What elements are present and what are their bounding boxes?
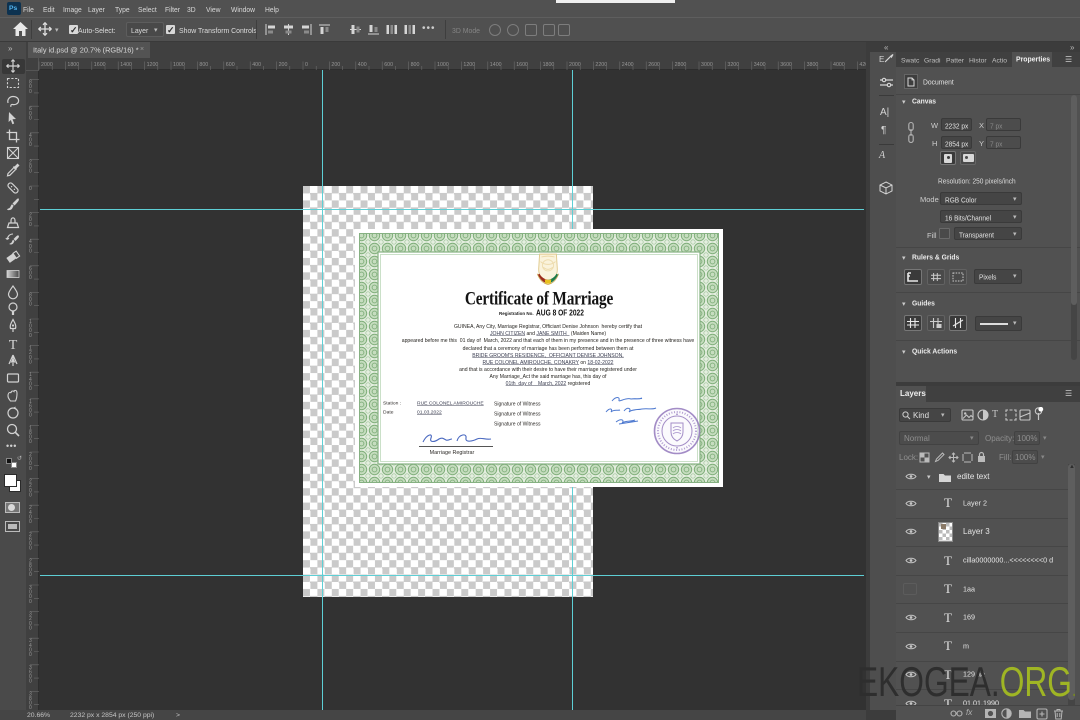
svg-text:0: 0 — [29, 275, 32, 281]
svg-text:0: 0 — [29, 625, 32, 631]
svg-text:200: 200 — [331, 62, 340, 68]
svg-text:4200: 4200 — [859, 62, 866, 68]
svg-text:3400: 3400 — [754, 62, 766, 68]
svg-text:1000: 1000 — [173, 62, 185, 68]
svg-text:2000: 2000 — [41, 62, 53, 68]
svg-text:0: 0 — [29, 302, 32, 308]
svg-text:800: 800 — [411, 62, 420, 68]
svg-text:0: 0 — [29, 115, 32, 121]
svg-text:600: 600 — [384, 62, 393, 68]
svg-text:0: 0 — [29, 439, 32, 445]
svg-text:1200: 1200 — [147, 62, 159, 68]
svg-text:0: 0 — [29, 546, 32, 552]
svg-text:200: 200 — [279, 62, 288, 68]
svg-text:0: 0 — [29, 599, 32, 605]
svg-text:400: 400 — [358, 62, 367, 68]
svg-text:2200: 2200 — [595, 62, 607, 68]
svg-text:1600: 1600 — [516, 62, 528, 68]
svg-text:1400: 1400 — [120, 62, 132, 68]
svg-text:1400: 1400 — [490, 62, 502, 68]
svg-text:2400: 2400 — [622, 62, 634, 68]
svg-text:400: 400 — [252, 62, 261, 68]
svg-text:0: 0 — [29, 359, 32, 365]
svg-text:3200: 3200 — [727, 62, 739, 68]
svg-text:0: 0 — [29, 248, 32, 254]
svg-text:0: 0 — [29, 519, 32, 525]
svg-text:0: 0 — [305, 62, 308, 68]
svg-text:1600: 1600 — [94, 62, 106, 68]
svg-text:2800: 2800 — [675, 62, 687, 68]
svg-text:0: 0 — [29, 466, 32, 472]
svg-text:600: 600 — [226, 62, 235, 68]
svg-text:3600: 3600 — [780, 62, 792, 68]
svg-text:3800: 3800 — [807, 62, 819, 68]
svg-text:0: 0 — [29, 492, 32, 498]
svg-text:0: 0 — [29, 142, 32, 148]
svg-text:1800: 1800 — [543, 62, 555, 68]
svg-text:0: 0 — [29, 186, 32, 192]
svg-text:0: 0 — [29, 222, 32, 228]
svg-text:E: E — [879, 55, 884, 64]
svg-text:3000: 3000 — [701, 62, 713, 68]
svg-text:1800: 1800 — [67, 62, 79, 68]
svg-text:0: 0 — [29, 333, 32, 339]
svg-text:0: 0 — [29, 169, 32, 175]
svg-text:0: 0 — [29, 652, 32, 658]
svg-text:0: 0 — [29, 679, 32, 685]
svg-text:800: 800 — [199, 62, 208, 68]
svg-text:1200: 1200 — [463, 62, 475, 68]
svg-text:T: T — [9, 338, 18, 352]
svg-text:2600: 2600 — [648, 62, 660, 68]
svg-text:1000: 1000 — [437, 62, 449, 68]
svg-text:0: 0 — [29, 413, 32, 419]
svg-text:0: 0 — [29, 386, 32, 392]
svg-text:4000: 4000 — [833, 62, 845, 68]
svg-text:2000: 2000 — [569, 62, 581, 68]
svg-text:0: 0 — [29, 572, 32, 578]
svg-text:0: 0 — [29, 89, 32, 95]
